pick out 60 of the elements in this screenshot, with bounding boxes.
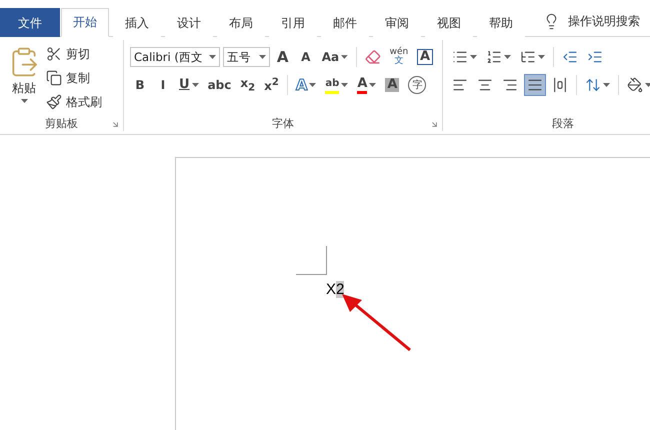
caret-icon — [258, 55, 266, 59]
phonetic-guide-button[interactable]: wén 文 — [386, 46, 412, 68]
clipboard-command[interactable]: 复制 — [46, 68, 102, 88]
align-icon — [477, 77, 493, 93]
decrease-indent-icon — [562, 49, 578, 65]
underline-button[interactable]: U — [176, 74, 202, 96]
margin-corner-mark — [296, 246, 327, 275]
numbered-list-icon — [486, 49, 502, 65]
brush-icon — [46, 94, 62, 110]
line-spacing-icon — [585, 77, 601, 93]
caret-icon — [209, 55, 216, 59]
shrink-font-button[interactable]: A — [296, 46, 316, 68]
paste-button[interactable]: 粘贴 — [6, 44, 42, 115]
align-button[interactable] — [524, 74, 546, 96]
paint-bucket-icon — [627, 77, 643, 93]
selected-text: 2 — [336, 281, 344, 298]
increase-indent-icon — [587, 49, 603, 65]
align-icon — [552, 77, 568, 93]
caret-icon — [309, 83, 316, 87]
group-title: 段落 — [552, 116, 574, 130]
align-icon — [502, 77, 518, 93]
format-button[interactable]: I — [153, 74, 173, 96]
caret-icon — [20, 99, 28, 103]
caret-icon — [538, 55, 545, 59]
document-text: X — [326, 281, 336, 298]
ribbon-tab[interactable]: 开始 — [61, 8, 109, 37]
dialog-launcher-icon[interactable] — [430, 120, 439, 129]
caret-icon — [341, 55, 348, 59]
file-tab[interactable]: 文件 — [0, 8, 60, 37]
dialog-launcher-icon[interactable] — [111, 120, 120, 129]
group-title: 字体 — [272, 116, 294, 130]
align-icon — [527, 77, 543, 93]
caret-icon — [341, 83, 348, 87]
grow-font-button[interactable]: A — [272, 46, 293, 68]
copy-icon — [46, 70, 62, 86]
font-name-field[interactable]: Calibri (西文 — [130, 47, 220, 67]
format-button[interactable]: abc — [204, 74, 234, 96]
group-title: 剪贴板 — [45, 116, 78, 130]
text-effect-button[interactable]: A — [292, 74, 320, 96]
format-button[interactable]: x$_{2}$ — [237, 74, 258, 96]
character-border-button[interactable]: A — [414, 46, 436, 68]
caret-icon — [369, 83, 376, 87]
font-size-field[interactable]: 五号 — [223, 47, 270, 67]
scissors-icon — [46, 46, 62, 62]
change-case-button[interactable]: Aa — [318, 46, 351, 68]
format-button[interactable]: x$^{2}$ — [261, 74, 282, 96]
clipboard-command[interactable]: 剪切 — [46, 44, 102, 64]
highlight-button[interactable]: ab — [322, 74, 352, 96]
multilevel-list-icon — [520, 49, 536, 65]
caret-icon — [603, 83, 610, 87]
clipboard-command[interactable]: 格式刷 — [46, 92, 102, 112]
caret-icon — [192, 83, 199, 87]
align-icon — [452, 77, 468, 93]
format-button[interactable]: B — [130, 74, 150, 96]
font-color-button[interactable]: A — [354, 74, 380, 96]
caret-icon — [645, 83, 650, 87]
character-shading-button[interactable]: A — [382, 74, 402, 96]
tell-me-search[interactable]: 操作说明搜索 — [537, 7, 646, 36]
caret-icon — [504, 55, 511, 59]
caret-icon — [470, 55, 477, 59]
